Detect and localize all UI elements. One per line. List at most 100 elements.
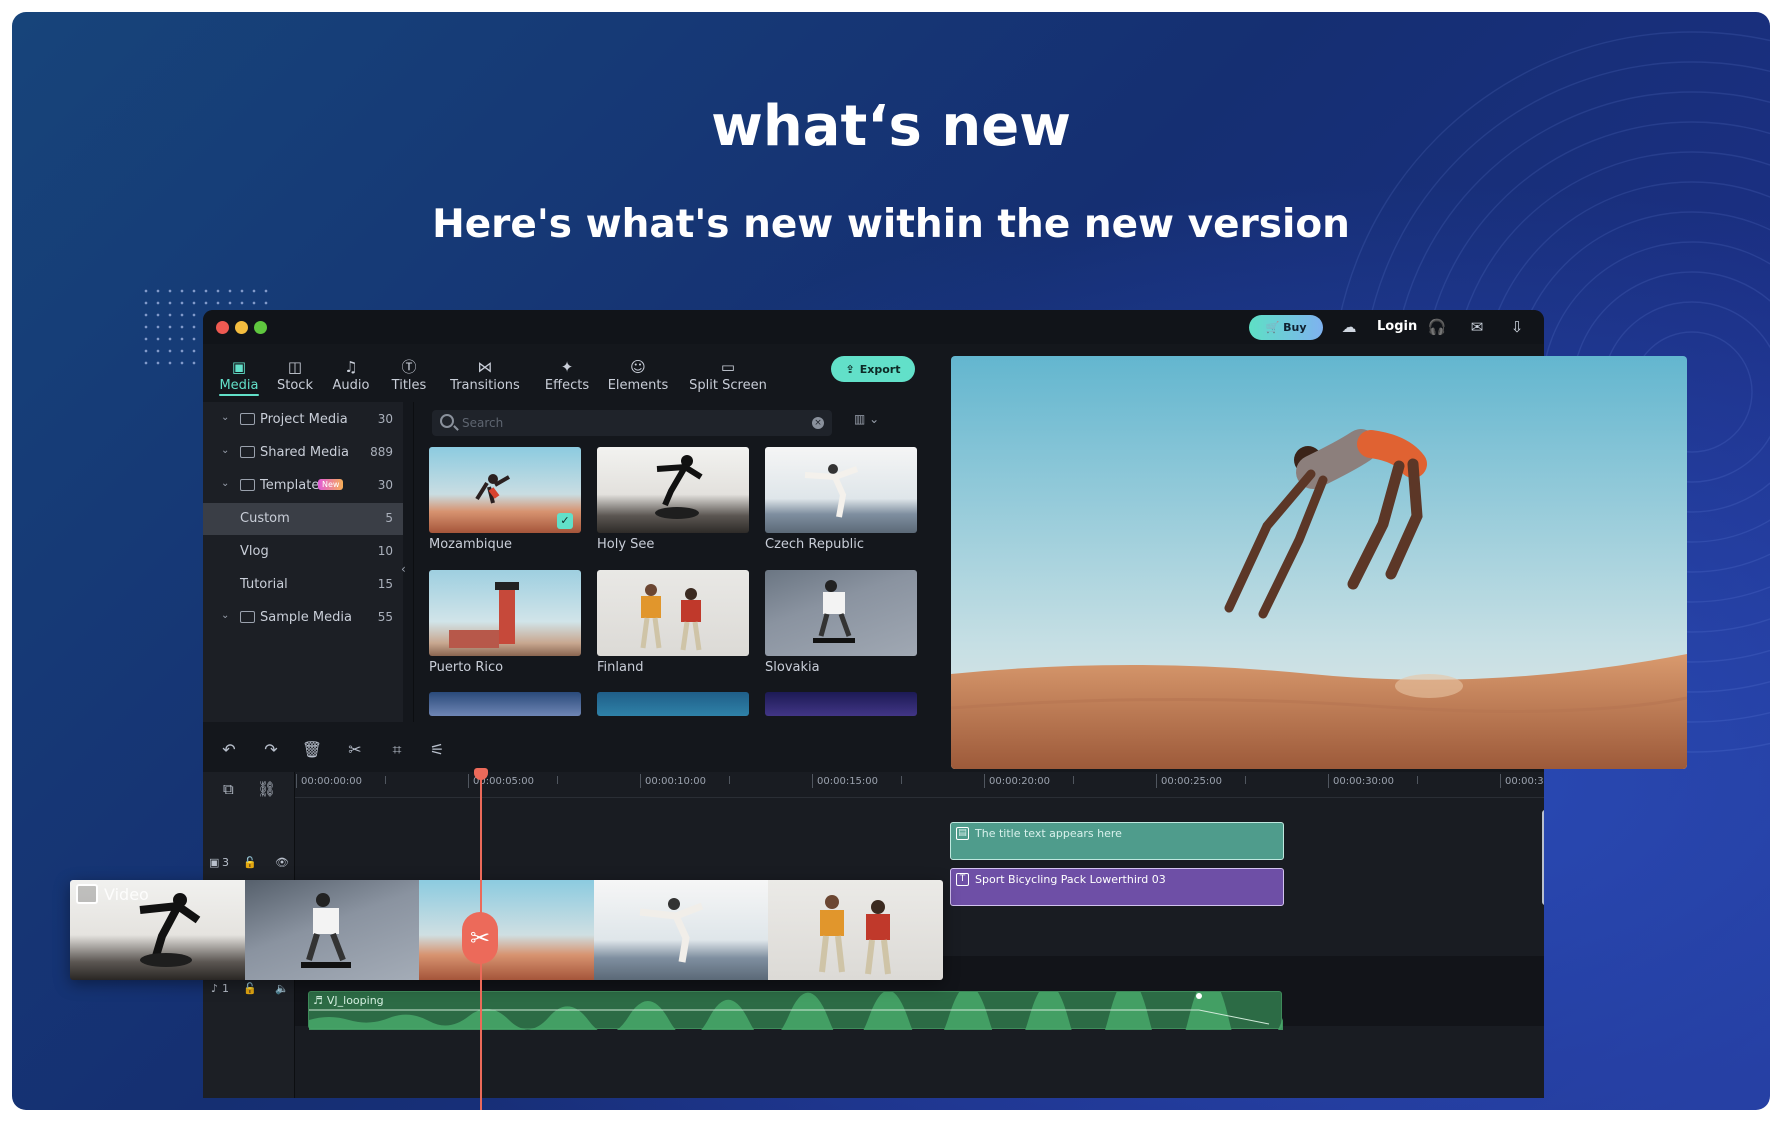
sidebar-item-label: Shared Media bbox=[260, 445, 349, 460]
titles-icon: Ⓣ bbox=[401, 358, 417, 376]
frame-image bbox=[639, 898, 704, 963]
media-thumb-slovakia[interactable] bbox=[765, 570, 917, 656]
sidebar-item-sample-media[interactable]: ⌄ Sample Media 55 bbox=[203, 602, 403, 634]
media-panel: × ▥ ⌄ ✓ Mozambique Holy See Czech Republ… bbox=[413, 402, 917, 722]
lowerthird-clip[interactable]: T Sport Bicycling Pack Lowerthird 03 bbox=[950, 868, 1284, 906]
delete-icon[interactable]: 🗑 bbox=[300, 740, 324, 762]
ruler-minor-tick bbox=[385, 776, 386, 784]
sidebar-item-count: 30 bbox=[377, 412, 393, 426]
tab-label: Effects bbox=[544, 378, 590, 393]
speaker-icon[interactable]: 🔈 bbox=[275, 982, 289, 995]
tab-transitions[interactable]: ⋈ Transitions bbox=[439, 344, 531, 400]
media-label: Czech Republic bbox=[765, 537, 864, 552]
video-clip[interactable]: Video bbox=[70, 880, 943, 980]
login-button[interactable]: Login bbox=[1377, 319, 1417, 334]
chevron-down-icon: ⌄ bbox=[221, 445, 230, 456]
redo-icon[interactable]: ↷ bbox=[259, 740, 283, 762]
media-thumb[interactable] bbox=[429, 692, 581, 716]
thumb-image bbox=[655, 455, 703, 519]
media-thumb-holy-see[interactable] bbox=[597, 447, 749, 533]
audio-adjust-icon[interactable]: ⚟ bbox=[425, 740, 449, 762]
stock-icon: ◫ bbox=[287, 358, 303, 376]
video-clip-label: Video bbox=[104, 884, 149, 904]
split-icon[interactable]: ✂ bbox=[343, 740, 367, 762]
export-button[interactable]: ⇪ Export bbox=[831, 356, 915, 382]
new-badge: New bbox=[318, 479, 344, 490]
thumb-image bbox=[640, 584, 702, 651]
cloud-icon[interactable]: ☁ bbox=[1337, 316, 1361, 338]
crop-icon[interactable]: ⌗ bbox=[385, 740, 409, 762]
sidebar-item-custom[interactable]: Custom 5 bbox=[203, 503, 403, 535]
collapse-sidebar-icon[interactable]: ‹ bbox=[401, 562, 406, 576]
lock-icon[interactable]: 🔓 bbox=[243, 856, 257, 869]
download-icon[interactable]: ⇩ bbox=[1505, 316, 1529, 338]
template-icon bbox=[240, 479, 255, 491]
tab-split-screen[interactable]: ▭ Split Screen bbox=[681, 344, 775, 400]
buy-button[interactable]: 🛒 Buy bbox=[1249, 315, 1323, 340]
timeline-scrollbar[interactable] bbox=[1542, 810, 1544, 905]
lock-icon[interactable]: 🔓 bbox=[243, 982, 257, 995]
search-input[interactable] bbox=[462, 413, 802, 433]
sidebar-item-tutorial[interactable]: Tutorial 15 bbox=[203, 569, 403, 601]
tab-media[interactable]: ▣ Media bbox=[213, 344, 265, 400]
tab-elements[interactable]: ☺ Elements bbox=[603, 344, 673, 400]
tab-stock[interactable]: ◫ Stock bbox=[269, 344, 321, 400]
link-icon[interactable]: ⛓ bbox=[257, 780, 276, 798]
frame-image bbox=[300, 893, 351, 968]
media-thumb-puerto-rico[interactable] bbox=[429, 570, 581, 656]
sidebar-item-vlog[interactable]: Vlog 10 bbox=[203, 536, 403, 568]
sidebar-item-label: Custom bbox=[240, 511, 290, 526]
effects-icon: ✦ bbox=[560, 358, 574, 376]
audio-clip[interactable]: ♬ VJ_looping bbox=[308, 991, 1283, 1030]
sidebar-item-project-media[interactable]: ⌄ Project Media 30 bbox=[203, 404, 403, 436]
clear-search-icon[interactable]: × bbox=[812, 417, 824, 429]
ruler-tick: 00:00:30:00 bbox=[1327, 774, 1395, 788]
media-thumb-czech-republic[interactable] bbox=[765, 447, 917, 533]
eye-icon[interactable]: 👁 bbox=[275, 856, 289, 869]
minimize-window-button[interactable] bbox=[235, 321, 248, 334]
ruler-minor-tick bbox=[729, 776, 730, 784]
tab-label: Elements bbox=[607, 378, 669, 393]
export-icon: ⇪ bbox=[845, 362, 855, 376]
tab-audio[interactable]: ♫ Audio bbox=[325, 344, 377, 400]
search-icon bbox=[440, 414, 454, 428]
title-clip[interactable]: ▤ The title text appears here bbox=[950, 822, 1284, 860]
view-toggle-button[interactable]: ▥ ⌄ bbox=[854, 412, 890, 434]
sidebar-item-shared-media[interactable]: ⌄ Shared Media 889 bbox=[203, 437, 403, 469]
sidebar-item-template[interactable]: ⌄ Template New 30 bbox=[203, 470, 403, 502]
folder-icon bbox=[240, 446, 255, 458]
media-label: Slovakia bbox=[765, 660, 820, 675]
close-window-button[interactable] bbox=[216, 321, 229, 334]
ruler-tick: 00:00:15:00 bbox=[811, 774, 879, 788]
preview-player[interactable] bbox=[951, 356, 1687, 769]
frame-image bbox=[819, 895, 892, 975]
undo-icon[interactable]: ↶ bbox=[217, 740, 241, 762]
media-label: Holy See bbox=[597, 537, 655, 552]
tab-label: Split Screen bbox=[689, 378, 767, 393]
scissors-icon[interactable]: ✂ bbox=[462, 912, 498, 964]
media-sidebar: ⌄ Project Media 30 ⌄ Shared Media 889 ⌄ … bbox=[203, 402, 403, 722]
mail-icon[interactable]: ✉ bbox=[1465, 316, 1489, 338]
page-title: what‘s new bbox=[711, 94, 1071, 159]
video-frame bbox=[419, 880, 594, 980]
search-bar: × bbox=[432, 410, 832, 436]
media-thumb[interactable] bbox=[765, 692, 917, 716]
media-thumb-finland[interactable] bbox=[597, 570, 749, 656]
tab-titles[interactable]: Ⓣ Titles bbox=[383, 344, 435, 400]
lowerthird-clip-label: Sport Bicycling Pack Lowerthird 03 bbox=[975, 873, 1166, 886]
sidebar-item-label: Tutorial bbox=[240, 577, 288, 592]
media-thumb[interactable] bbox=[597, 692, 749, 716]
sidebar-item-count: 10 bbox=[377, 544, 393, 558]
media-thumb-mozambique[interactable]: ✓ bbox=[429, 447, 581, 533]
tab-label: Audio bbox=[332, 378, 370, 393]
image-icon bbox=[76, 884, 98, 904]
maximize-window-button[interactable] bbox=[254, 321, 267, 334]
export-label: Export bbox=[859, 362, 901, 376]
title-clip-icon: ▤ bbox=[956, 827, 969, 840]
media-icon: ▣ bbox=[231, 358, 247, 376]
headset-icon[interactable]: 🎧 bbox=[1425, 316, 1449, 338]
tab-effects[interactable]: ✦ Effects bbox=[537, 344, 597, 400]
title-bar: 🛒 Buy ☁ Login 🎧 ✉ ⇩ bbox=[203, 310, 1544, 344]
ruler-minor-tick bbox=[1245, 776, 1246, 784]
add-track-icon[interactable]: ⧉ bbox=[223, 780, 234, 798]
